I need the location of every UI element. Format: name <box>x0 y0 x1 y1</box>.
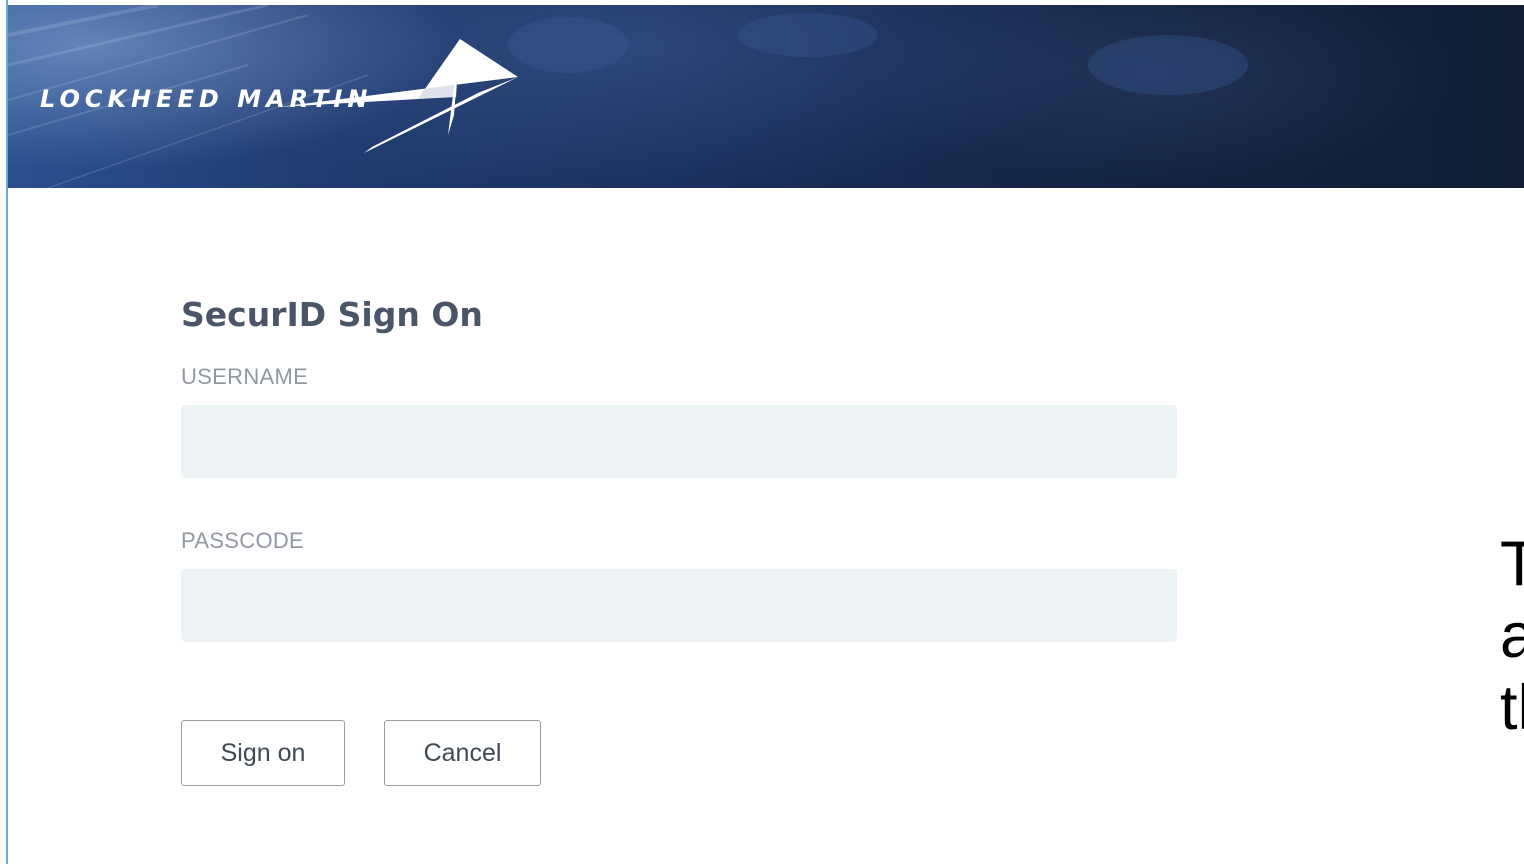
cancel-button[interactable]: Cancel <box>384 720 541 786</box>
header-banner: LOCKHEED MARTIN <box>8 5 1524 188</box>
signon-form: SecurID Sign On USERNAME PASSCODE <box>181 290 1177 642</box>
username-label: USERNAME <box>181 364 309 389</box>
sign-on-button[interactable]: Sign on <box>181 720 345 786</box>
form-title: SecurID Sign On <box>181 295 483 334</box>
side-text-line-1: T <box>1500 529 1524 599</box>
login-page: LOCKHEED MARTIN SecurID Sign On USERNAME… <box>0 0 1524 864</box>
username-input[interactable] <box>181 405 1177 478</box>
star-icon <box>278 39 518 153</box>
passcode-label: PASSCODE <box>181 528 305 553</box>
clipped-side-text: T a th <box>1500 528 1524 758</box>
side-text-line-2: a <box>1500 601 1524 671</box>
side-text-line-3: th <box>1500 673 1524 743</box>
passcode-input[interactable] <box>181 569 1177 642</box>
